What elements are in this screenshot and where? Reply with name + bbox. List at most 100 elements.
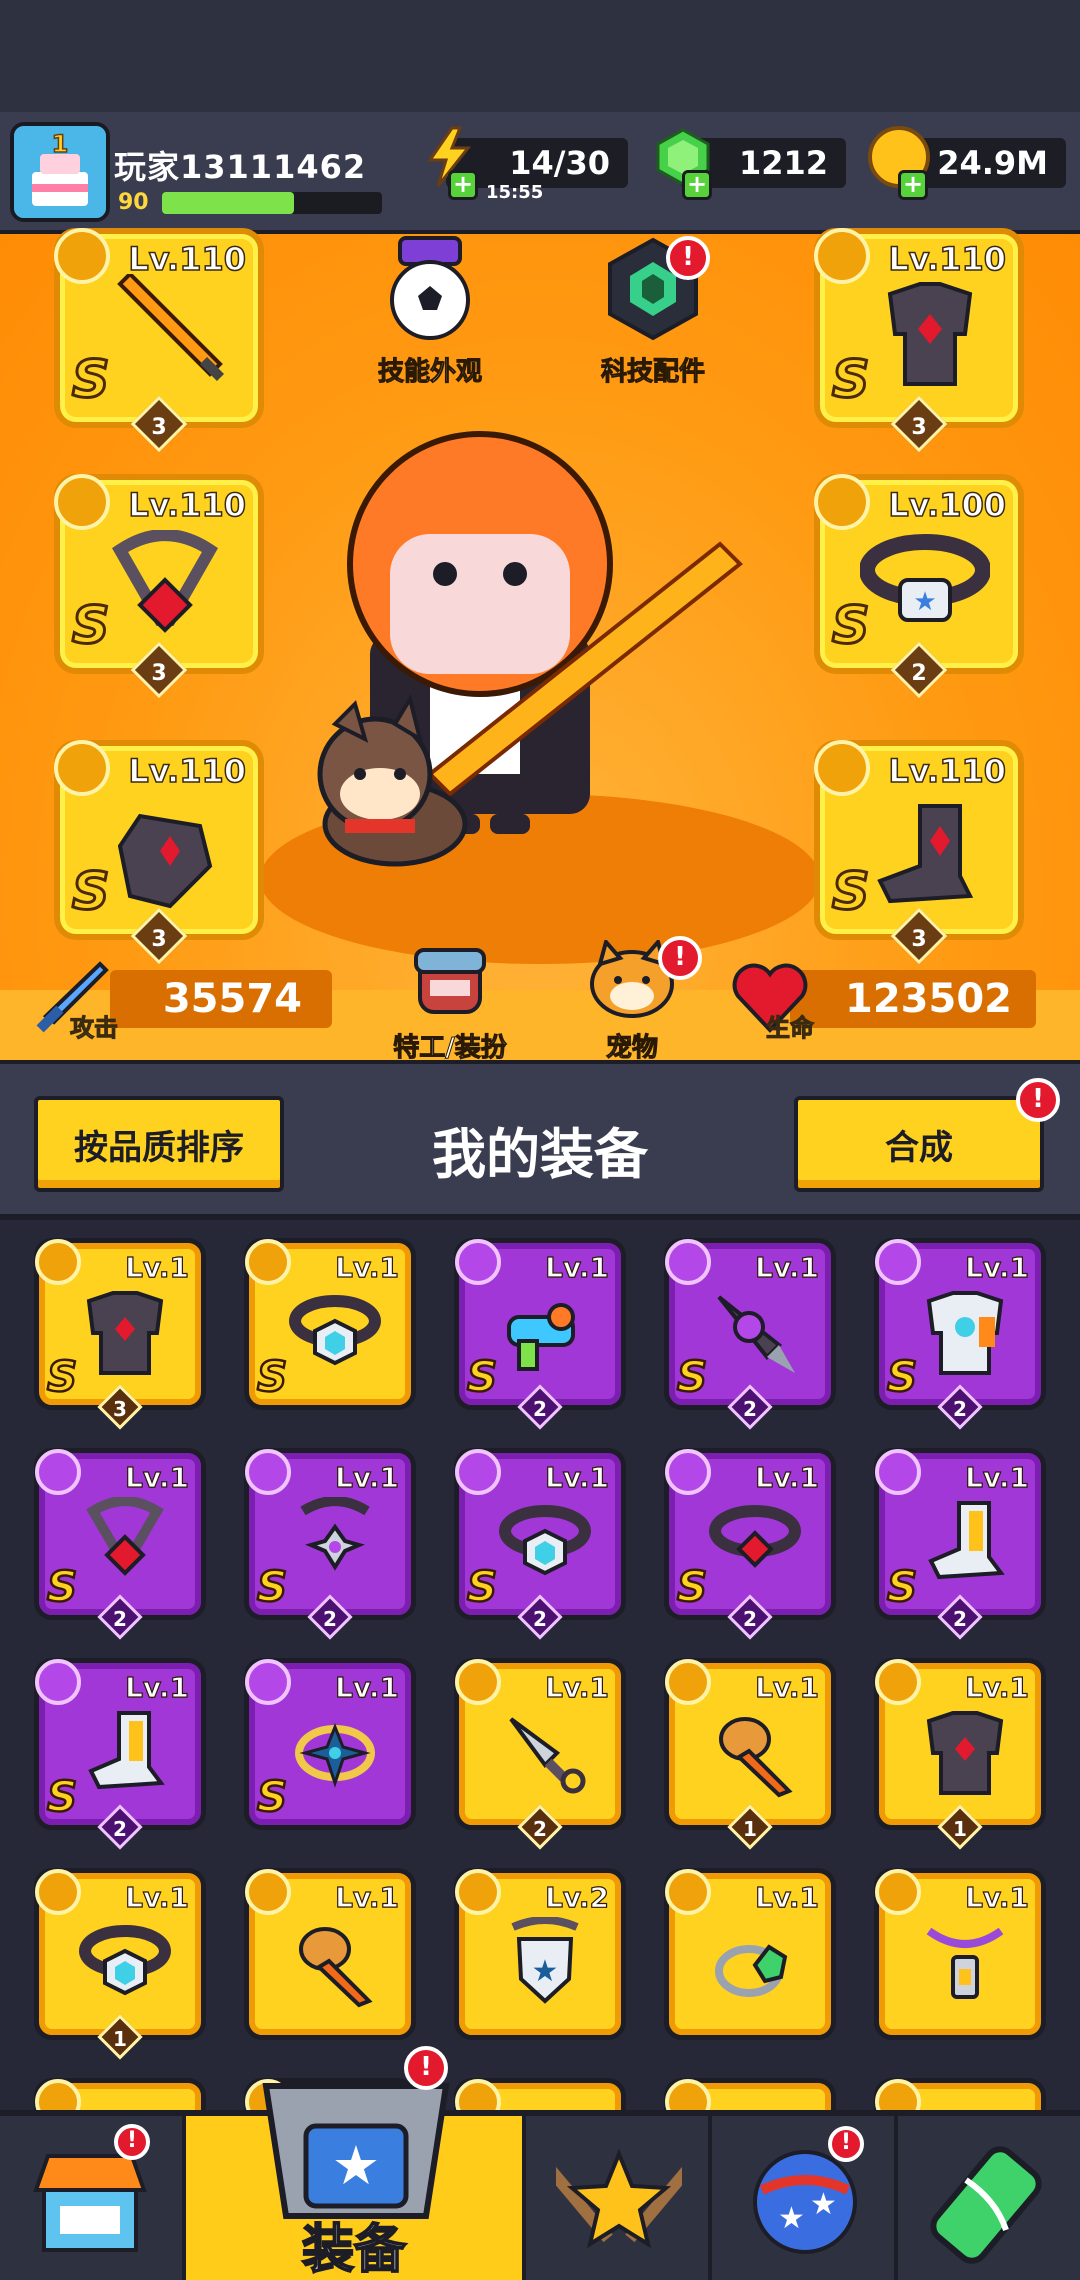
add-energy-button[interactable]: + [448, 170, 478, 200]
dna-icon [930, 2146, 1042, 2264]
item-category-icon [35, 1239, 81, 1285]
item-level: Lv.1 [544, 1460, 609, 1494]
svg-text:★: ★ [810, 2187, 837, 2222]
item-rank: S [256, 1351, 289, 1403]
item-category-icon [35, 1659, 81, 1705]
equipment-item[interactable]: Lv.1 S 2 [874, 1238, 1046, 1430]
item-star-count: 2 [113, 1607, 127, 1631]
star-count: 3 [151, 927, 167, 952]
equipped-slot-necklace[interactable]: Lv.110 S 3 [54, 474, 264, 699]
add-gold-button[interactable]: + [898, 170, 928, 200]
drill-icon [717, 1295, 795, 1373]
item-category-icon [455, 1239, 501, 1285]
skill-skin-button[interactable]: 技能外观 [365, 234, 495, 388]
equipment-item[interactable] [664, 2078, 836, 2110]
star-ring-icon [295, 1722, 375, 1788]
equipment-item[interactable] [34, 2078, 206, 2110]
boot-icon [877, 804, 974, 904]
equipped-level: Lv.110 [888, 239, 1007, 279]
rank-badge: S [830, 595, 870, 658]
torch-icon [299, 1927, 373, 2008]
item-rank: S [466, 1351, 499, 1403]
item-level: Lv.2 [544, 1880, 609, 1914]
item-category-icon [455, 1659, 501, 1705]
equipment-item[interactable]: Lv.1 [244, 1868, 416, 2040]
equipped-slot-boot[interactable]: Lv.110 S 3 [814, 740, 1024, 965]
tech-parts-label: 科技配件 [600, 357, 705, 388]
item-level: Lv.1 [334, 1460, 399, 1494]
item-star-count: 2 [953, 1607, 967, 1631]
svg-text:★: ★ [913, 587, 936, 617]
torch-icon [719, 1717, 793, 1798]
item-star-count: 2 [113, 1817, 127, 1841]
cake-avatar-icon: 1 [14, 126, 106, 218]
equipment-item[interactable]: Lv.1 S 2 [874, 1448, 1046, 1640]
equipment-item[interactable]: Lv.1 1 [664, 1658, 836, 1850]
equipped-slot-weapon[interactable]: Lv.110 S 3 [54, 228, 264, 453]
item-star-count: 2 [323, 1607, 337, 1631]
shield-necklace-icon: ★ [511, 1917, 579, 2004]
item-category-icon [245, 1869, 291, 1915]
missions-alert-badge: ! [828, 2126, 864, 2162]
equipped-slot-belt[interactable]: ★ Lv.100 S 2 [814, 474, 1024, 699]
nav-evolve[interactable] [898, 2116, 1080, 2280]
equipment-item[interactable] [874, 2078, 1046, 2110]
equipment-item[interactable]: Lv.1 S 2 [454, 1238, 626, 1430]
my-equipment-header: 按品质排序 我的装备 合成 ! [0, 1060, 1080, 1220]
star-count: 2 [911, 661, 927, 686]
item-category-icon [35, 1449, 81, 1495]
item-category-icon [455, 1449, 501, 1495]
item-rank: S [886, 1351, 919, 1403]
merge-alert-badge: ! [1016, 1078, 1060, 1122]
game-screen: 1 玩家13111462 90 14/30 + 15:55 1212 + 24.… [0, 0, 1080, 2280]
item-category-icon [665, 2079, 711, 2110]
talent-icon [556, 2148, 682, 2249]
tech-parts-alert-badge: ! [666, 236, 710, 280]
equipment-item[interactable]: Lv.1 [874, 1868, 1046, 2040]
nav-talent[interactable] [526, 2116, 712, 2280]
merge-button[interactable]: 合成 [794, 1096, 1044, 1192]
rank-badge: S [70, 595, 110, 658]
pet-dog[interactable] [285, 694, 485, 874]
equipment-item[interactable]: Lv.1 S 2 [454, 1448, 626, 1640]
equipment-item[interactable]: Lv.1 S 2 [664, 1238, 836, 1430]
blaster-icon [507, 1303, 575, 1371]
item-star-count: 3 [113, 1397, 127, 1421]
item-level: Lv.1 [124, 1880, 189, 1914]
lantern-necklace-icon [926, 1927, 1004, 1999]
equipped-slot-glove[interactable]: Lv.110 S 3 [54, 740, 264, 965]
equipment-item[interactable]: ★ Lv.2 [454, 1868, 626, 2040]
equipment-item[interactable]: Lv.1 S 2 [244, 1448, 416, 1640]
item-level: Lv.1 [964, 1250, 1029, 1284]
agent-head-icon [414, 948, 486, 1014]
pet-alert-badge: ! [658, 936, 702, 980]
item-level: Lv.1 [964, 1670, 1029, 1704]
equipment-item[interactable]: Lv.1 S [244, 1238, 416, 1410]
equipment-item[interactable] [454, 2078, 626, 2110]
equipment-item[interactable]: Lv.1 2 [454, 1658, 626, 1850]
equipment-item[interactable]: Lv.1 S [244, 1658, 416, 1830]
kunai-icon [509, 1717, 586, 1794]
equipment-item[interactable]: Lv.1 S 2 [34, 1448, 206, 1640]
equipped-slot-armor[interactable]: Lv.110 S 3 [814, 228, 1024, 453]
shop-icon [33, 2154, 147, 2252]
item-rank: S [886, 1561, 919, 1613]
equipment-item[interactable]: Lv.1 S 2 [34, 1658, 206, 1850]
boot-icon [88, 1711, 165, 1790]
agent-outfit-button[interactable]: 特工/装扮 [370, 940, 530, 1064]
attack-value: 35574 [162, 976, 302, 1022]
equipment-item[interactable]: Lv.1 1 [874, 1658, 1046, 1850]
belt-category-icon [814, 474, 870, 530]
equipment-item[interactable]: Lv.1 [664, 1868, 836, 2040]
equipment-item[interactable]: Lv.1 1 [34, 1868, 206, 2060]
item-star-count: 2 [533, 1397, 547, 1421]
equipment-item[interactable]: Lv.1 S 2 [664, 1448, 836, 1640]
nav-shop[interactable]: ! [0, 2116, 186, 2280]
item-category-icon [875, 1869, 921, 1915]
sort-by-quality-button[interactable]: 按品质排序 [34, 1096, 284, 1192]
equipment-item[interactable]: Lv.1 S 3 [34, 1238, 206, 1430]
nav-equipment[interactable]: ★ 装备 ! [186, 2046, 526, 2280]
nav-missions[interactable]: ★ ★ ! [712, 2116, 898, 2280]
player-avatar[interactable]: 1 [10, 122, 110, 222]
add-gems-button[interactable]: + [682, 170, 712, 200]
